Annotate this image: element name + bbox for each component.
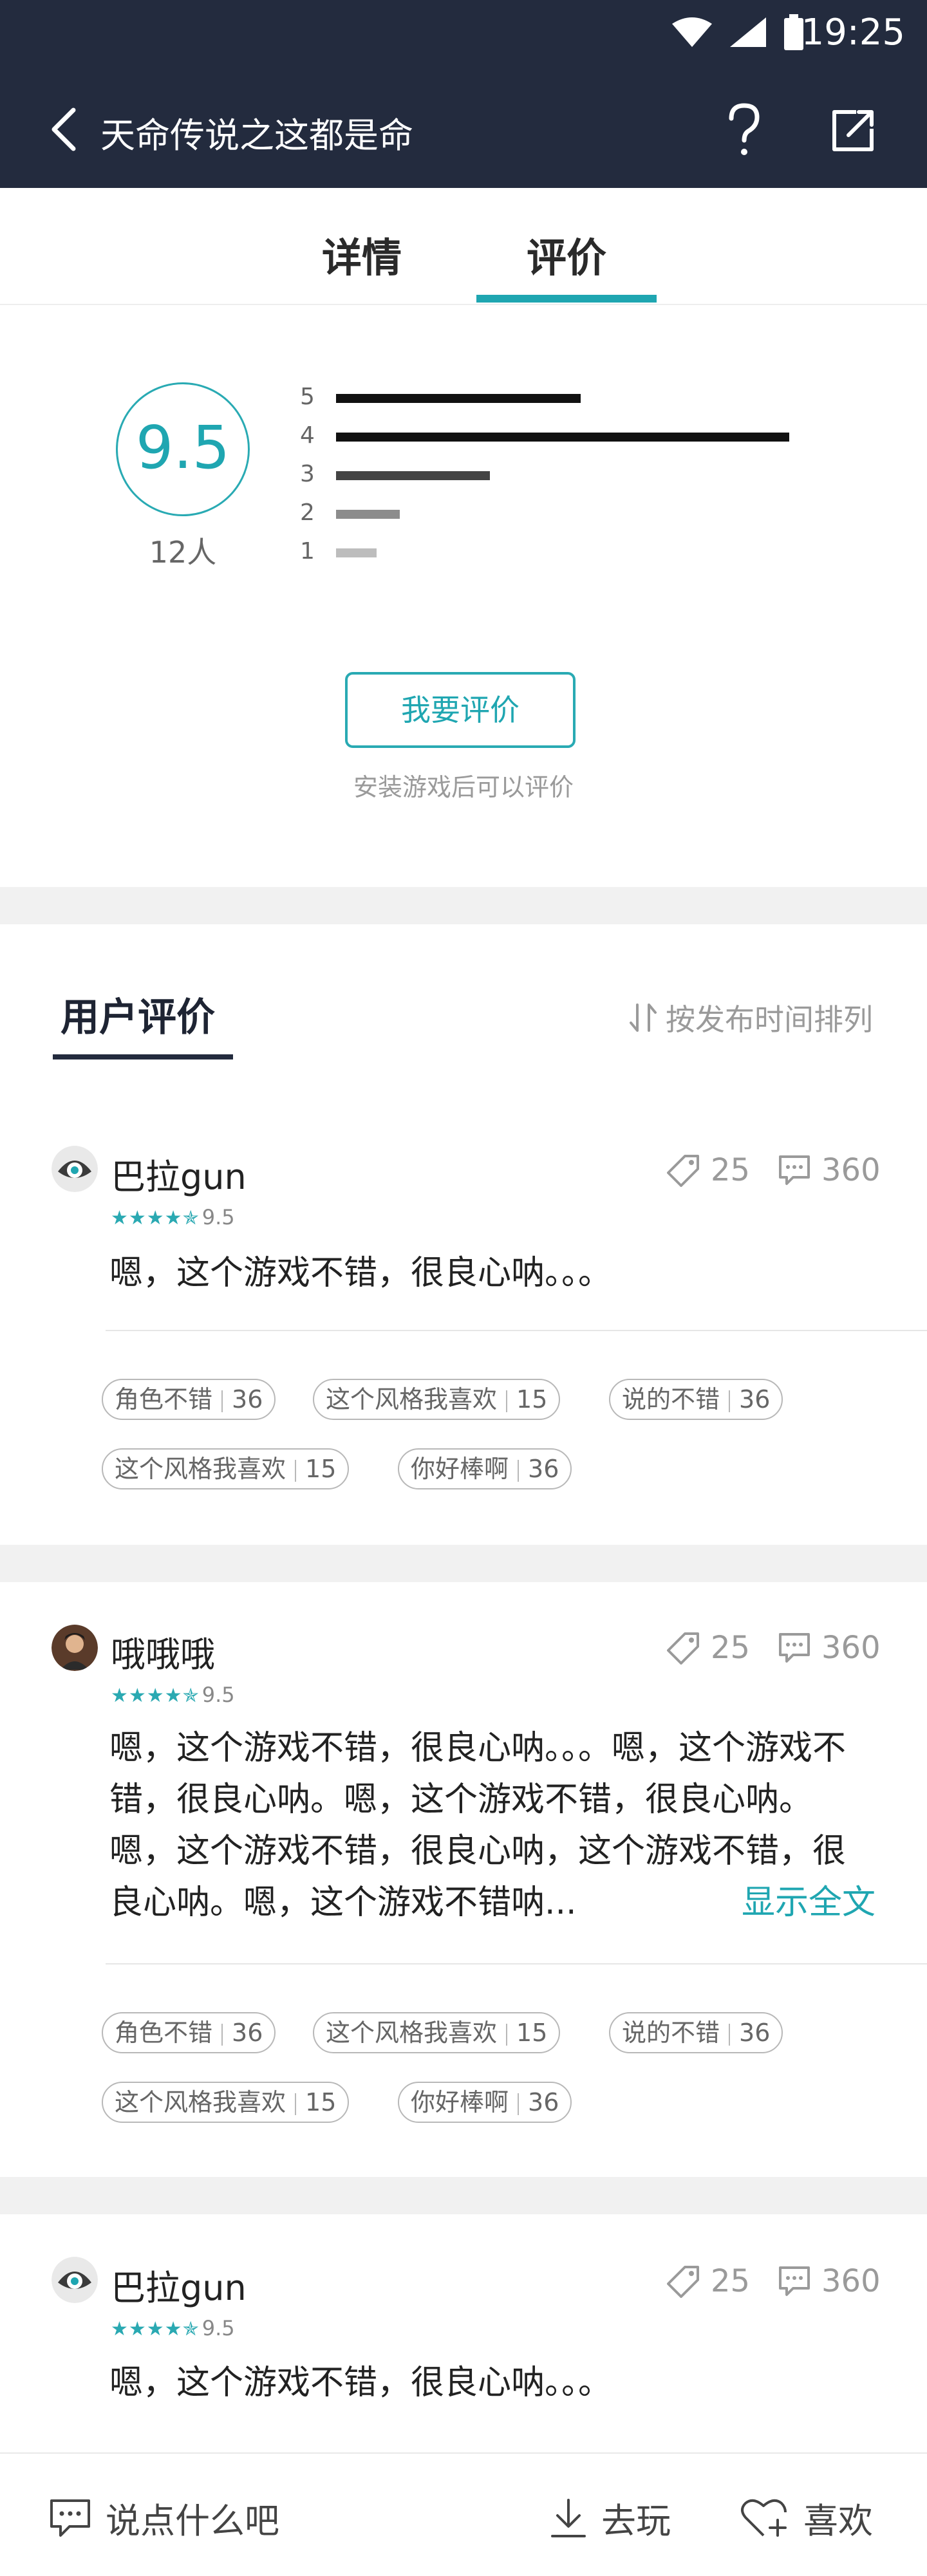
review-tag[interactable]: 说的不错 36 (609, 2012, 783, 2053)
rating-count: 12人 (149, 535, 217, 570)
write-review-button[interactable]: 我要评价 (345, 672, 576, 748)
like-label: 喜欢 (803, 2501, 873, 2541)
review-tag[interactable]: 你好棒啊 36 (398, 1448, 572, 1489)
star-label: 2 (300, 499, 315, 526)
star-rating: ★★★★✯ 9.5 (111, 2316, 235, 2340)
username[interactable]: 巴拉gun (111, 2259, 247, 2310)
rating-bar-1 (336, 548, 377, 557)
tag-icon (667, 1632, 699, 1665)
username[interactable]: 巴拉gun (111, 1148, 247, 1199)
review-tag[interactable]: 角色不错 36 (102, 2012, 276, 2053)
comment-icon (779, 2266, 810, 2296)
status-icons (671, 14, 805, 50)
avatar[interactable] (52, 1625, 98, 1671)
sort-label: 按发布时间排列 (666, 1002, 873, 1037)
show-all-link[interactable]: 显示全文 (742, 1877, 876, 1928)
play-label: 去玩 (601, 2501, 671, 2541)
star-label: 5 (300, 384, 315, 410)
comment-count[interactable]: 360 (778, 1152, 881, 1188)
review-tag[interactable]: 这个风格我喜欢 15 (102, 2082, 350, 2123)
comment-icon (779, 1633, 810, 1663)
rate-hint: 安装游戏后可以评价 (353, 773, 574, 801)
tag-icon (667, 1155, 699, 1187)
avatar-person-icon (52, 1625, 98, 1671)
review-tag[interactable]: 这个风格我喜欢 15 (102, 1448, 350, 1489)
like-button[interactable]: 喜欢 (740, 2492, 873, 2543)
comment-input-button[interactable]: 说点什么吧 (49, 2492, 279, 2543)
section-divider (0, 1545, 927, 1582)
tag-icon (667, 2266, 699, 2298)
share-icon[interactable] (830, 108, 876, 153)
app-header: 19:25 天命传说之这都是命 (0, 0, 927, 188)
comment-placeholder: 说点什么吧 (106, 2501, 279, 2541)
section-title-underline (53, 1054, 233, 1059)
chat-icon (50, 2499, 90, 2537)
average-score: 9.5 (135, 413, 230, 482)
username[interactable]: 哦哦哦 (111, 1626, 215, 1677)
review-tag[interactable]: 说的不错 36 (609, 1379, 783, 1420)
help-icon[interactable] (724, 102, 765, 158)
review-tag[interactable]: 角色不错 36 (102, 1379, 276, 1420)
back-arrow-icon[interactable] (45, 106, 84, 153)
like-count[interactable]: 25 (667, 1630, 750, 1666)
review-tag[interactable]: 你好棒啊 36 (398, 2082, 572, 2123)
play-button[interactable]: 去玩 (550, 2492, 671, 2543)
rating-bar-3 (336, 471, 490, 480)
like-count[interactable]: 25 (667, 2263, 750, 2299)
review-text: 嗯，这个游戏不错，很良心呐。。。嗯，这个游戏不错，很良心呐。嗯，这个游戏不错，很… (109, 1722, 876, 1928)
section-divider (0, 2177, 927, 2214)
avatar[interactable] (52, 2257, 98, 2303)
star-rating: ★★★★✯ 9.5 (111, 1205, 235, 1229)
star-label: 3 (300, 461, 315, 487)
download-icon (551, 2498, 586, 2537)
rating-bar-4 (336, 433, 789, 442)
status-time: 19:25 (801, 12, 905, 53)
review-text: 嗯，这个游戏不错，很良心呐。。。 (109, 1254, 612, 1293)
avatar-robot-icon (52, 1146, 98, 1192)
star-label: 1 (300, 538, 315, 565)
like-count[interactable]: 25 (667, 1152, 750, 1188)
section-divider (0, 887, 927, 924)
comment-icon (779, 1155, 810, 1185)
bottom-action-bar: 说点什么吧 去玩 喜欢 (0, 2452, 927, 2576)
review-text: 嗯，这个游戏不错，很良心呐。。。 (109, 2364, 612, 2402)
comment-count[interactable]: 360 (778, 2263, 881, 2299)
avatar[interactable] (52, 1146, 98, 1192)
wifi-icon (672, 17, 712, 47)
review-tag[interactable]: 这个风格我喜欢 15 (313, 2012, 561, 2053)
active-tab-indicator (476, 295, 657, 303)
sort-icon (630, 1003, 657, 1032)
star-rating: ★★★★✯ 9.5 (111, 1683, 235, 1707)
star-label: 4 (300, 422, 315, 449)
rating-bar-5 (336, 394, 581, 403)
signal-icon (730, 17, 766, 47)
review-tag[interactable]: 这个风格我喜欢 15 (313, 1379, 561, 1420)
rating-bar-2 (336, 510, 400, 519)
tab-reviews[interactable]: 评价 (527, 225, 606, 283)
divider (106, 1330, 927, 1331)
page-title: 天命传说之这都是命 (100, 115, 413, 156)
comment-count[interactable]: 360 (778, 1630, 881, 1666)
tab-details[interactable]: 详情 (322, 225, 402, 283)
sort-button[interactable]: 按发布时间排列 (627, 996, 873, 1039)
tab-bar: 详情 评价 (0, 188, 927, 305)
avatar-robot-icon (52, 2257, 98, 2303)
reviews-section-title: 用户评价 (61, 995, 215, 1040)
divider (106, 1963, 927, 1965)
heart-plus-icon (741, 2499, 787, 2537)
